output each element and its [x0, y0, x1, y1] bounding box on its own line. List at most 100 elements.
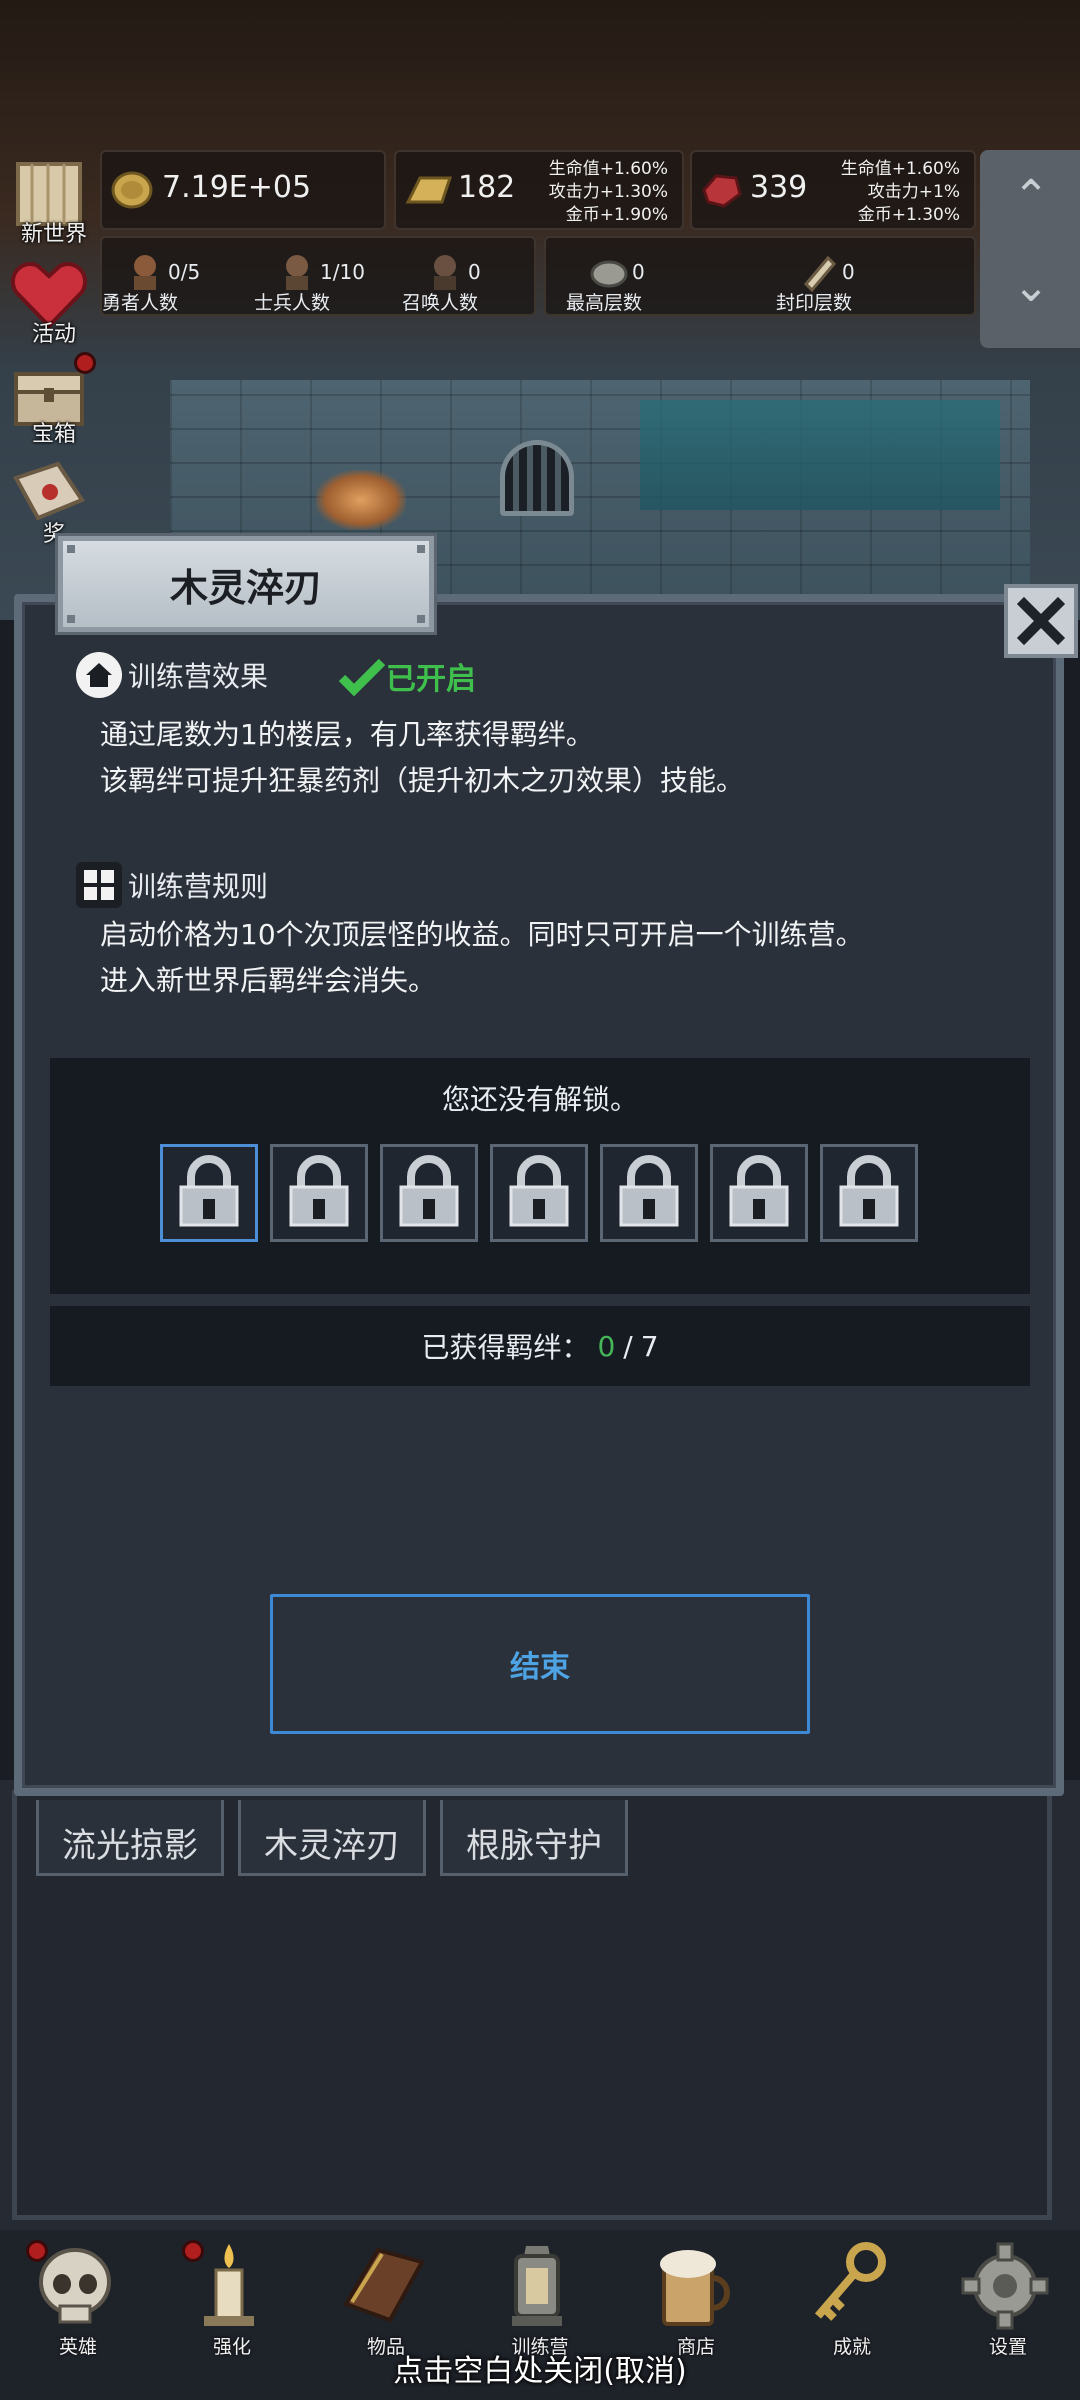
rivet	[417, 615, 425, 623]
summon-portrait-icon	[434, 255, 456, 290]
side-menu-new-world[interactable]: 新世界	[4, 150, 96, 247]
nav-achievements[interactable]: 成就	[784, 2240, 904, 2360]
close-hint[interactable]: 点击空白处关闭(取消)	[0, 2346, 1080, 2390]
gear-icon	[961, 2242, 1049, 2330]
summon-count-label: 召唤人数	[402, 292, 479, 314]
rules-description: 启动价格为10个次顶层怪的收益。同时只可开启一个训练营。 进入新世界后羁绊会消失…	[100, 912, 864, 1004]
gem-bonus: 生命值+1.60% 攻击力+1% 金币+1.30%	[841, 158, 960, 227]
bond-slot[interactable]	[600, 1144, 698, 1242]
nav-shop[interactable]: 商店	[628, 2240, 748, 2360]
seal-floor-value: 0	[842, 260, 855, 284]
bond-slot[interactable]	[160, 1144, 258, 1242]
gem-resource: 339 生命值+1.60% 攻击力+1% 金币+1.30%	[690, 150, 976, 230]
hero-portrait-icon	[134, 255, 156, 290]
bonus-atk: 攻击力+1.30%	[548, 182, 668, 202]
nav-items[interactable]: 物品	[318, 2240, 438, 2360]
gold-bar-resource: 182 生命值+1.60% 攻击力+1.30% 金币+1.90%	[394, 150, 684, 230]
bond-slot[interactable]	[820, 1144, 918, 1242]
status-enabled: 已开启	[338, 654, 476, 698]
nav-heroes[interactable]: 英雄	[10, 2240, 130, 2360]
chevron-down-icon[interactable]: ⌄	[1004, 260, 1058, 314]
lock-icon	[839, 1155, 899, 1227]
camp-tab-2[interactable]: 木灵淬刃	[238, 1800, 426, 1876]
rivet	[67, 545, 75, 553]
lock-icon	[399, 1155, 459, 1227]
scroll-buttons: ⌃ ⌄	[980, 150, 1080, 348]
summon-count-value: 0	[468, 260, 481, 284]
grid-icon	[76, 862, 122, 908]
side-menu-label: 活动	[31, 322, 76, 347]
lock-slots	[160, 1144, 918, 1242]
notification-badge	[26, 2240, 48, 2262]
bonus-atk: 攻击力+1%	[867, 182, 960, 202]
checkmark-icon	[338, 658, 386, 696]
beer-mug-icon	[660, 2250, 730, 2326]
side-menu-events[interactable]: 活动	[4, 250, 96, 347]
bond-slot[interactable]	[270, 1144, 368, 1242]
bonus-gold: 金币+1.30%	[857, 205, 960, 225]
book-icon	[343, 2247, 425, 2323]
rivet	[67, 615, 75, 623]
bond-lock-panel: 您还没有解锁。	[50, 1058, 1030, 1294]
max-floor-label: 最高层数	[566, 292, 643, 314]
rivet	[417, 545, 425, 553]
soldier-count-label: 士兵人数	[254, 292, 331, 314]
training-camp-tabs: 流光掠影 木灵淬刃 根脉守护	[36, 1800, 628, 1876]
rules-heading: 训练营规则	[76, 862, 268, 908]
rules-heading-text: 训练营规则	[128, 870, 269, 903]
rules-line: 启动价格为10个次顶层怪的收益。同时只可开启一个训练营。	[100, 918, 864, 951]
home-icon	[76, 652, 122, 698]
gold-bar-amount: 182	[458, 170, 516, 205]
gem-amount: 339	[750, 170, 808, 205]
lantern-icon	[512, 2246, 562, 2326]
bond-progress: 已获得羁绊： 0 / 7	[50, 1306, 1030, 1386]
key-icon	[814, 2242, 886, 2321]
stone-icon	[590, 260, 628, 288]
soldier-portrait-icon	[286, 255, 308, 290]
bond-progress-separator: /	[623, 1329, 633, 1363]
nav-training-camp[interactable]: 训练营	[472, 2240, 592, 2360]
locked-message: 您还没有解锁。	[441, 1083, 638, 1116]
bond-slot[interactable]	[490, 1144, 588, 1242]
side-menu-label: 宝箱	[31, 422, 76, 447]
lock-icon	[179, 1155, 239, 1227]
bond-progress-current: 0	[597, 1329, 616, 1363]
effect-heading: 训练营效果	[76, 652, 268, 698]
camp-tab-1[interactable]: 流光掠影	[36, 1800, 224, 1876]
bonus-gold: 金币+1.90%	[565, 205, 668, 225]
camp-tab-3[interactable]: 根脉守护	[440, 1800, 628, 1876]
seal-scroll-icon	[803, 255, 837, 292]
notification-badge	[182, 2240, 204, 2262]
gold-amount: 7.19E+05	[162, 170, 312, 205]
bonus-hp: 生命值+1.60%	[548, 159, 668, 179]
lock-icon	[289, 1155, 349, 1227]
nav-enhance[interactable]: 强化	[164, 2240, 284, 2360]
floor-stats: 0 最高层数 0 封印层数	[544, 236, 976, 316]
side-menu-rewards[interactable]: 奖	[4, 450, 96, 547]
bonus-hp: 生命值+1.60%	[840, 159, 960, 179]
bond-progress-label: 已获得羁绊：	[421, 1331, 590, 1364]
water-pool	[640, 400, 1000, 510]
chevron-up-icon[interactable]: ⌃	[1004, 170, 1058, 224]
effect-line: 通过尾数为1的楼层，有几率获得羁绊。	[100, 718, 594, 751]
hero-count-label: 勇者人数	[102, 292, 179, 314]
bond-slot[interactable]	[710, 1144, 808, 1242]
dialog-title: 木灵淬刃	[169, 565, 322, 610]
side-menu-treasure[interactable]: 宝箱	[4, 350, 96, 447]
effect-line: 该羁绊可提升狂暴药剂（提升初木之刃效果）技能。	[100, 764, 745, 797]
lock-icon	[729, 1155, 789, 1227]
effect-description: 通过尾数为1的楼层，有几率获得羁绊。 该羁绊可提升狂暴药剂（提升初木之刃效果）技…	[100, 712, 744, 804]
gold-coin-icon	[111, 171, 153, 209]
side-menu-label: 新世界	[20, 222, 87, 247]
end-button[interactable]: 结束	[270, 1594, 810, 1734]
bond-slot[interactable]	[380, 1144, 478, 1242]
hero-count-value: 0/5	[168, 260, 201, 284]
bond-progress-total: 7	[640, 1329, 659, 1363]
lock-icon	[619, 1155, 679, 1227]
unit-stats: 0/5 勇者人数 1/10 士兵人数 0 召唤人数	[100, 236, 536, 316]
close-icon	[1016, 596, 1066, 646]
gold-bar-bonus: 生命值+1.60% 攻击力+1.30% 金币+1.90%	[549, 158, 668, 227]
close-button[interactable]	[1004, 584, 1078, 658]
gold-resource: 7.19E+05	[100, 150, 386, 230]
nav-settings[interactable]: 设置	[940, 2240, 1060, 2360]
